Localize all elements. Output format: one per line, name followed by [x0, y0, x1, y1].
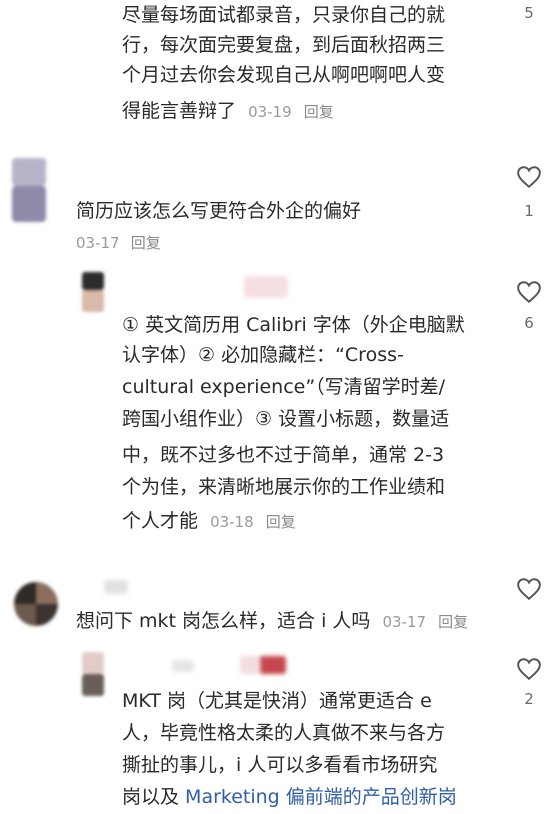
comment-1-line-1: 尽量每场面试都录音，只录你自己的就 — [122, 4, 446, 26]
comment-3-last-line: 个人才能 — [122, 510, 199, 532]
comment-5-line-2: 人，毕竟性格太柔的人真做不来与各方 — [122, 722, 446, 744]
comment-2-reply-button[interactable]: 回复 — [131, 234, 161, 252]
comment-4-reply-button[interactable]: 回复 — [438, 613, 468, 631]
comment-1-line-4: 得能言善辩了 03-19 回复 — [122, 96, 334, 127]
comment-1-like-count: 5 — [524, 4, 534, 22]
comment-1-line-3: 个月过去你会发现自己从啊吧啊吧人变 — [122, 64, 446, 86]
comment-2-meta: 03-17 回复 — [76, 232, 161, 253]
comment-5-line-1: MKT 岗（尤其是快消）通常更适合 e — [122, 690, 432, 712]
comment-3-reply-button[interactable]: 回复 — [266, 513, 296, 531]
heart-outline-icon[interactable] — [516, 657, 542, 681]
comment-5-keyword-link[interactable]: Marketing 偏前端的产品创新岗 — [185, 786, 457, 808]
comment-2-like-count: 1 — [524, 202, 534, 220]
comment-1-last-line: 得能言善辩了 — [122, 100, 237, 122]
avatar[interactable] — [12, 158, 46, 222]
username-blur — [244, 276, 288, 298]
comment-3-line-7: 个人才能 03-18 回复 — [122, 506, 296, 537]
heart-outline-icon[interactable] — [516, 577, 542, 601]
username-blur — [172, 660, 194, 672]
comment-3-line-1: ① 英文简历用 Calibri 字体（外企电脑默 — [122, 314, 465, 336]
comment-3-line-2: 认字体）② 必加隐藏栏：“Cross- — [122, 344, 404, 366]
comment-1-reply-button[interactable]: 回复 — [304, 103, 334, 121]
comment-1-line-2: 行，每次面完要复盘，到后面秋招两三 — [122, 34, 446, 56]
comment-3-line-4: 跨国小组作业）③ 设置小标题，数量适 — [122, 408, 450, 430]
comment-5-line-4: 岗以及 Marketing 偏前端的产品创新岗 — [122, 782, 457, 812]
comment-3-line-6: 个为佳，来清晰地展示你的工作业绩和 — [122, 476, 446, 498]
heart-outline-icon[interactable] — [516, 280, 542, 304]
comment-5-last-line-prefix: 岗以及 — [122, 786, 186, 808]
comment-5-line-3: 撕扯的事儿，i 人可以多看看市场研究 — [122, 754, 438, 776]
comment-2-date: 03-17 — [76, 234, 120, 252]
comment-1-date: 03-19 — [248, 103, 292, 121]
avatar[interactable] — [14, 582, 58, 626]
username-blur — [104, 580, 128, 594]
comment-2-text: 简历应该怎么写更符合外企的偏好 — [76, 200, 362, 222]
username-blur — [240, 656, 286, 674]
comment-4-date: 03-17 — [382, 613, 427, 631]
comment-3-line-5: 中，既不过多也不过于简单，通常 2-3 — [122, 444, 445, 466]
avatar[interactable] — [82, 272, 104, 312]
comment-3-line-3: cultural experience”（写清留学时差/ — [122, 376, 446, 398]
avatar[interactable] — [82, 652, 104, 696]
comment-3-like-count: 6 — [524, 314, 534, 332]
comment-5-like-count: 2 — [524, 690, 534, 708]
comment-3-date: 03-18 — [210, 513, 254, 531]
comment-4-line: 想问下 mkt 岗怎么样，适合 i 人吗 03-17 回复 — [76, 606, 468, 637]
heart-outline-icon[interactable] — [516, 165, 542, 189]
comment-4-text: 想问下 mkt 岗怎么样，适合 i 人吗 — [76, 610, 371, 632]
